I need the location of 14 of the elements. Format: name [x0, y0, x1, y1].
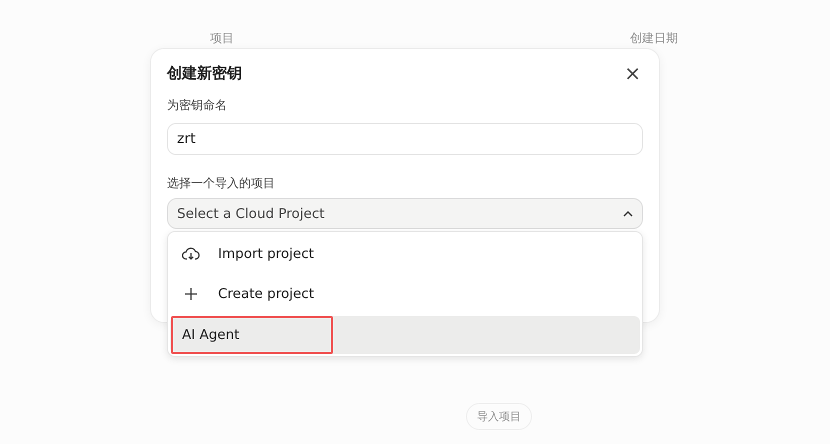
project-select[interactable]: Select a Cloud Project [167, 198, 643, 229]
plus-icon [185, 288, 197, 300]
name-input-field[interactable]: zrt [167, 123, 643, 155]
column-header: 项目 [210, 30, 234, 47]
cloud-download-icon [182, 247, 200, 261]
dialog-title: 创建新密钥 [167, 64, 242, 82]
field-label: 为密钥命名 [167, 97, 227, 114]
menu-item[interactable]: Import project [170, 234, 640, 274]
field-label: 选择一个导入的项目 [167, 175, 275, 192]
close-button[interactable]: × [622, 63, 643, 83]
column-header: 创建日期 [630, 30, 678, 47]
chevron-icon [623, 210, 633, 216]
menu-item[interactable]: AI Agent [170, 316, 640, 354]
menu-item[interactable]: Create project [170, 274, 640, 314]
